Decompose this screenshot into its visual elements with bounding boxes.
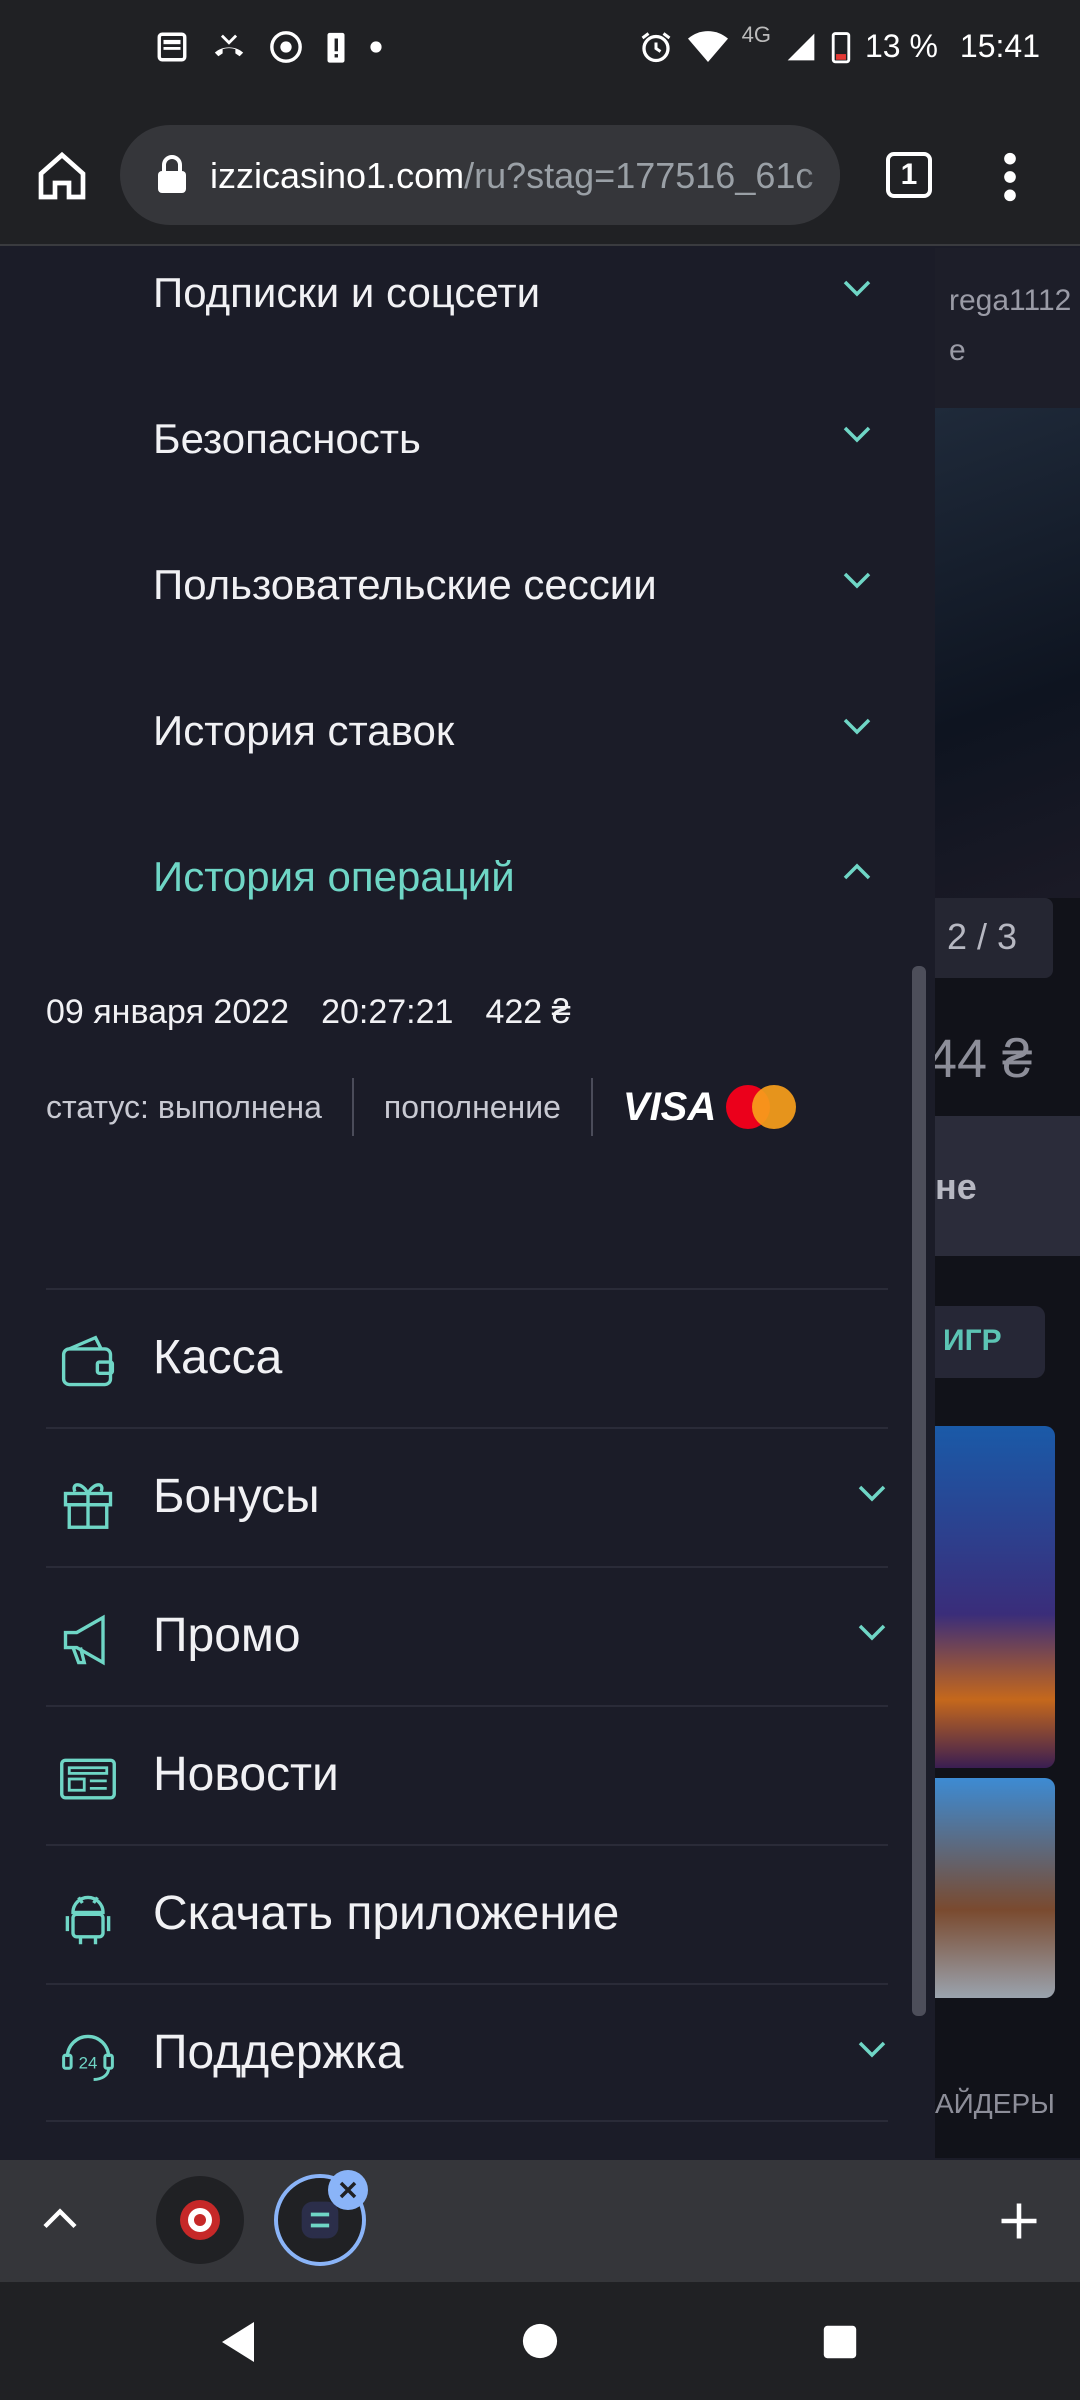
divider bbox=[351, 1078, 354, 1136]
url-fade bbox=[800, 125, 840, 225]
operation-amount: 422 ₴ bbox=[485, 993, 571, 1031]
accordion-label: Безопасность bbox=[153, 415, 421, 462]
close-tab-button[interactable] bbox=[328, 2170, 368, 2210]
url-path: /ru?stag=177516_61c bbox=[464, 155, 814, 196]
bg-banner bbox=[935, 408, 1080, 898]
chevron-down-icon bbox=[843, 718, 871, 735]
account-drawer: Подписки и соцсети Безопасность Пользова… bbox=[0, 248, 935, 2160]
menu-label: Промо bbox=[153, 1609, 301, 1662]
bg-games-text: ИГР bbox=[943, 1324, 1002, 1357]
signal-icon bbox=[787, 33, 815, 60]
bg-button-text: не bbox=[935, 1166, 977, 1207]
operation-date: 09 января 2022 bbox=[46, 993, 290, 1031]
accordion-security[interactable]: Безопасность bbox=[153, 394, 873, 484]
divider bbox=[590, 1078, 593, 1136]
mastercard-logo bbox=[726, 1085, 797, 1129]
tab-switcher-button[interactable]: 1 bbox=[886, 152, 932, 198]
accordion-label: История ставок bbox=[153, 707, 455, 754]
chevron-down-icon bbox=[858, 1485, 886, 1502]
bg-amount: 44 ₴ bbox=[935, 1029, 1033, 1089]
operation-summary: 09 января 2022 20:27:21 422 ₴ bbox=[46, 993, 571, 1032]
svg-text:24: 24 bbox=[79, 2053, 98, 2072]
status-bar: 4G 13 % 15:41 bbox=[0, 0, 1080, 108]
recents-icon[interactable] bbox=[822, 2324, 858, 2360]
news-notification-icon bbox=[157, 32, 187, 62]
battery-alert-icon bbox=[327, 32, 345, 63]
news-icon bbox=[60, 1758, 116, 1800]
background-site: rega1112 е 2 / 3 44 ₴ не ИГР АЙДЕРЫ bbox=[935, 248, 1080, 2158]
back-icon[interactable] bbox=[218, 2320, 258, 2364]
support-24-icon: 24 bbox=[62, 2034, 114, 2081]
menu-item-download-app[interactable]: Скачать приложение bbox=[46, 1844, 888, 1983]
operation-status: статус: выполнена bbox=[46, 1088, 322, 1125]
tab-count: 1 bbox=[900, 158, 918, 191]
operation-time: 20:27:21 bbox=[321, 993, 454, 1031]
menu-label: Бонусы bbox=[153, 1470, 320, 1523]
browser-toolbar: izzicasino1.com/ru?stag=177516_61c 1 bbox=[0, 108, 1080, 246]
gift-icon bbox=[63, 1483, 113, 1529]
drawer-scrollbar[interactable] bbox=[912, 966, 926, 2016]
more-menu-icon[interactable] bbox=[996, 152, 1024, 202]
chevron-down-icon bbox=[843, 572, 871, 589]
missed-call-icon bbox=[214, 34, 244, 57]
menu-item-news[interactable]: Новости bbox=[46, 1705, 888, 1844]
chevron-down-icon bbox=[858, 2041, 886, 2058]
bg-username: rega1112 bbox=[949, 284, 1072, 317]
system-nav-bar bbox=[0, 2282, 1080, 2400]
menu-item-cashier[interactable]: Касса bbox=[46, 1288, 888, 1427]
chevron-up-icon bbox=[843, 863, 871, 880]
accordion-label: История операций bbox=[153, 853, 515, 900]
android-icon bbox=[65, 1895, 111, 1945]
clock: 15:41 bbox=[959, 28, 1040, 64]
tab-thumbnail-casino[interactable] bbox=[156, 2176, 244, 2264]
home-icon[interactable] bbox=[34, 148, 90, 204]
network-type: 4G bbox=[741, 21, 771, 47]
bg-providers-text: АЙДЕРЫ bbox=[935, 2088, 1055, 2119]
chrome-icon bbox=[270, 31, 302, 63]
menu-label: Касса bbox=[153, 1331, 283, 1384]
chevron-down-icon bbox=[858, 1624, 886, 1641]
menu-item-promo[interactable]: Промо bbox=[46, 1566, 888, 1705]
wallet-icon bbox=[61, 1335, 115, 1387]
chevron-down-icon bbox=[843, 426, 871, 443]
accordion-sessions[interactable]: Пользовательские сессии bbox=[153, 540, 873, 630]
bg-game-thumb bbox=[935, 1778, 1055, 1998]
menu-label: Скачать приложение bbox=[153, 1887, 620, 1940]
chevron-down-icon bbox=[843, 280, 871, 297]
bg-small-text: е bbox=[949, 334, 966, 367]
operation-details: статус: выполнена пополнение VISA bbox=[46, 1078, 800, 1136]
operation-type: пополнение bbox=[383, 1088, 561, 1125]
accordion-label: Пользовательские сессии bbox=[153, 561, 657, 608]
bg-header bbox=[935, 248, 1080, 408]
lock-icon[interactable] bbox=[156, 155, 188, 195]
tab-strip bbox=[0, 2160, 1080, 2282]
battery-percent: 13 % bbox=[864, 28, 938, 64]
accordion-operations-history[interactable]: История операций bbox=[153, 832, 873, 922]
battery-icon bbox=[831, 31, 851, 63]
home-nav-icon[interactable] bbox=[521, 2322, 559, 2360]
bg-pager-text: 2 / 3 bbox=[947, 916, 1018, 957]
close-icon bbox=[339, 2181, 357, 2199]
menu-item-support[interactable]: 24 Поддержка bbox=[46, 1983, 888, 2122]
menu-label: Поддержка bbox=[153, 2026, 404, 2079]
chevron-up-icon[interactable] bbox=[40, 2204, 80, 2234]
bg-game-thumb bbox=[935, 1426, 1055, 1768]
visa-logo: VISA bbox=[622, 1084, 717, 1129]
accordion-subscriptions[interactable]: Подписки и соцсети bbox=[153, 248, 873, 338]
menu-item-bonuses[interactable]: Бонусы bbox=[46, 1427, 888, 1566]
url-text[interactable]: izzicasino1.com/ru?stag=177516_61c bbox=[210, 155, 813, 197]
accordion-label: Подписки и соцсети bbox=[153, 269, 541, 316]
address-bar[interactable]: izzicasino1.com/ru?stag=177516_61c bbox=[120, 125, 840, 225]
dot-icon bbox=[370, 41, 382, 53]
plus-icon[interactable] bbox=[998, 2200, 1040, 2242]
url-host: izzicasino1.com bbox=[210, 155, 465, 196]
roulette-icon bbox=[180, 2200, 220, 2240]
wifi-icon bbox=[687, 30, 728, 62]
accordion-bet-history[interactable]: История ставок bbox=[153, 686, 873, 776]
megaphone-icon bbox=[63, 1614, 105, 1666]
menu-label: Новости bbox=[153, 1748, 339, 1801]
alarm-icon bbox=[641, 31, 671, 62]
